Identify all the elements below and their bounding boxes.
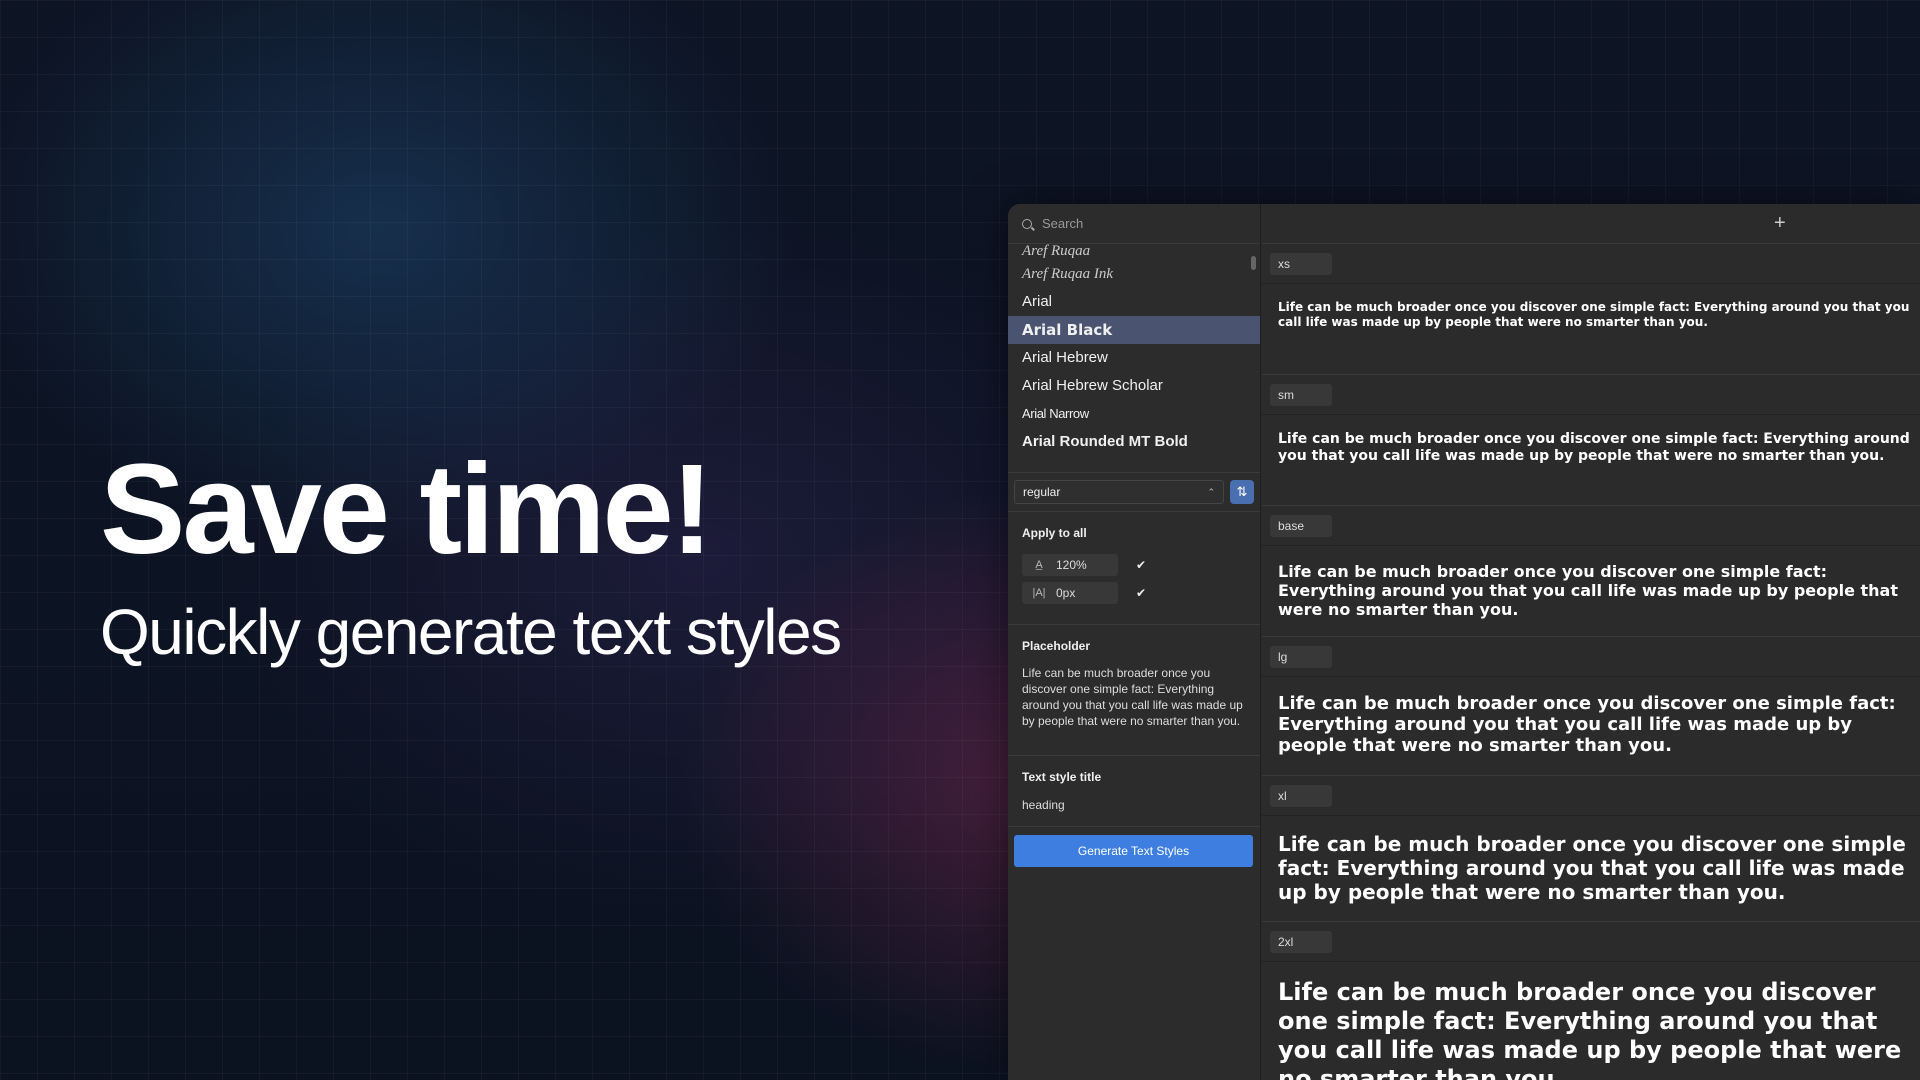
hero-title: Save time!: [100, 438, 713, 581]
font-list[interactable]: Aref Ruqaa Aref Ruqaa Ink Arial Arial Bl…: [1008, 244, 1260, 473]
style-block-xl: xl Life can be much broader once you dis…: [1262, 776, 1920, 922]
plus-icon[interactable]: +: [1774, 212, 1786, 235]
hero-subtitle: Quickly generate text styles: [100, 596, 842, 668]
style-sample: Life can be much broader once you discov…: [1278, 832, 1906, 904]
style-block-sm: sm Life can be much broader once you dis…: [1262, 375, 1920, 506]
style-tag-row: sm: [1262, 375, 1920, 415]
style-tag[interactable]: xs: [1270, 252, 1332, 275]
style-tag-row: xs: [1262, 244, 1920, 284]
style-tag[interactable]: lg: [1270, 645, 1332, 668]
style-tag-row: lg: [1262, 637, 1920, 677]
style-sample: Life can be much broader once you discov…: [1278, 693, 1896, 756]
plugin-window: Aref Ruqaa Aref Ruqaa Ink Arial Arial Bl…: [1008, 204, 1920, 1080]
font-item-arial-narrow[interactable]: Arial Narrow: [1008, 400, 1260, 428]
font-item-arial[interactable]: Arial: [1008, 288, 1260, 316]
settings-panel: Aref Ruqaa Aref Ruqaa Ink Arial Arial Bl…: [1008, 204, 1261, 1080]
apply-to-all-section: Apply to all A̲ 120% ✔ |A| 0px ✔: [1008, 512, 1260, 625]
generate-text-styles-button[interactable]: Generate Text Styles: [1014, 835, 1253, 867]
text-style-title-section: Text style title heading: [1008, 756, 1260, 827]
style-tag[interactable]: xl: [1270, 784, 1332, 807]
search-input[interactable]: [1042, 216, 1222, 231]
weight-select[interactable]: regular ⌃: [1014, 480, 1224, 504]
preview-panel: + xs Life can be much broader once you d…: [1262, 204, 1920, 1080]
text-style-title-label: Text style title: [1022, 770, 1102, 784]
preview-toolbar: +: [1262, 204, 1920, 244]
style-tag[interactable]: sm: [1270, 383, 1332, 406]
style-tag-row: base: [1262, 506, 1920, 546]
line-height-check-icon[interactable]: ✔: [1136, 558, 1146, 572]
placeholder-section: Placeholder Life can be much broader onc…: [1008, 625, 1260, 756]
font-item-arial-hebrew[interactable]: Arial Hebrew: [1008, 344, 1260, 372]
style-tag-row: xl: [1262, 776, 1920, 816]
apply-to-all-title: Apply to all: [1022, 526, 1087, 540]
style-block-base: base Life can be much broader once you d…: [1262, 506, 1920, 637]
text-style-title-input[interactable]: heading: [1022, 798, 1246, 812]
style-sample: Life can be much broader once you discov…: [1278, 562, 1898, 619]
letter-spacing-row: |A| 0px ✔: [1022, 582, 1246, 604]
style-tag[interactable]: base: [1270, 514, 1332, 537]
font-item-aref-ruqaa[interactable]: Aref Ruqaa: [1008, 244, 1260, 260]
line-height-input[interactable]: A̲ 120%: [1022, 554, 1118, 576]
weight-row: regular ⌃ ⇅: [1008, 473, 1260, 512]
sliders-icon: ⇅: [1236, 484, 1248, 499]
search-bar: [1008, 204, 1260, 244]
letter-spacing-input[interactable]: |A| 0px: [1022, 582, 1118, 604]
search-icon: [1022, 218, 1032, 229]
letter-spacing-icon: |A|: [1032, 587, 1046, 599]
placeholder-title: Placeholder: [1022, 639, 1091, 653]
style-tag-row: 2xl: [1262, 922, 1920, 962]
line-height-icon: A̲: [1035, 559, 1043, 571]
weight-select-value: regular: [1023, 485, 1061, 499]
style-block-2xl: 2xl Life can be much broader once you di…: [1262, 922, 1920, 1080]
font-item-aref-ruqaa-ink[interactable]: Aref Ruqaa Ink: [1008, 260, 1260, 288]
adjust-settings-button[interactable]: ⇅: [1230, 480, 1254, 504]
font-item-arial-hebrew-scholar[interactable]: Arial Hebrew Scholar: [1008, 372, 1260, 400]
font-item-arial-black[interactable]: Arial Black: [1008, 316, 1260, 344]
chevron-up-icon: ⌃: [1207, 486, 1215, 497]
letter-spacing-value: 0px: [1056, 586, 1076, 600]
style-sample: Life can be much broader once you discov…: [1278, 431, 1910, 464]
style-sample: Life can be much broader once you discov…: [1278, 300, 1910, 329]
style-sample: Life can be much broader once you discov…: [1278, 978, 1902, 1080]
style-block-xs: xs Life can be much broader once you dis…: [1262, 244, 1920, 375]
font-list-scrollbar[interactable]: [1251, 256, 1256, 270]
placeholder-textarea[interactable]: Life can be much broader once you discov…: [1022, 665, 1246, 741]
line-height-row: A̲ 120% ✔: [1022, 554, 1246, 576]
line-height-value: 120%: [1056, 558, 1087, 572]
letter-spacing-check-icon[interactable]: ✔: [1136, 586, 1146, 600]
font-item-arial-rounded[interactable]: Arial Rounded MT Bold: [1008, 428, 1260, 456]
style-tag[interactable]: 2xl: [1270, 930, 1332, 953]
style-block-lg: lg Life can be much broader once you dis…: [1262, 637, 1920, 776]
